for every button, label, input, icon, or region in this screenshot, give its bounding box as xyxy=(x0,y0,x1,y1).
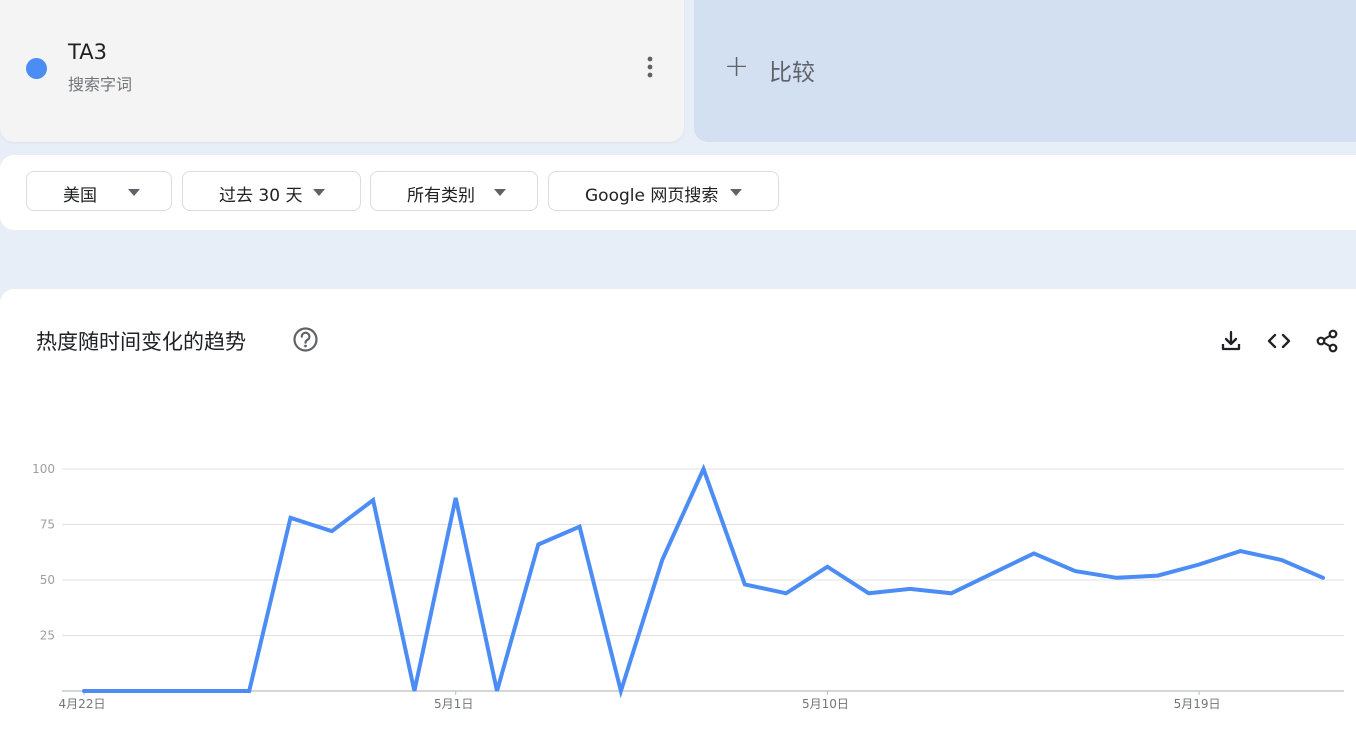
line-chart: 25 50 75 100 4月22日 5月1日 5月10日 5月19日 xyxy=(0,289,1356,720)
time-range-filter[interactable]: 过去 30 天 xyxy=(182,171,361,211)
chevron-down-icon xyxy=(128,189,140,196)
term-color-dot xyxy=(26,58,47,79)
term-name: TA3 xyxy=(68,40,107,64)
x-tick-label: 5月10日 xyxy=(802,697,849,711)
region-filter-label: 美国 xyxy=(63,181,97,206)
compare-label: 比较 xyxy=(769,53,815,87)
term-type-label: 搜索字词 xyxy=(68,71,132,95)
more-options-icon[interactable] xyxy=(638,54,662,80)
category-filter[interactable]: 所有类别 xyxy=(370,171,538,211)
y-tick-label: 100 xyxy=(32,462,55,476)
interest-over-time-card: 热度随时间变化的趋势 2550751004月22日5月1日5月10日5月19日 xyxy=(0,289,1356,729)
chevron-down-icon xyxy=(494,189,506,196)
filter-bar: 美国 过去 30 天 所有类别 Google 网页搜索 xyxy=(0,155,1356,230)
y-tick-label: 75 xyxy=(40,518,55,532)
x-tick-label: 5月1日 xyxy=(434,697,473,711)
x-tick-label: 4月22日 xyxy=(59,697,106,711)
chevron-down-icon xyxy=(313,189,325,196)
search-type-filter[interactable]: Google 网页搜索 xyxy=(548,171,779,211)
category-filter-label: 所有类别 xyxy=(407,181,475,206)
x-tick-label: 5月19日 xyxy=(1174,697,1221,711)
time-range-filter-label: 过去 30 天 xyxy=(219,181,302,206)
region-filter[interactable]: 美国 xyxy=(26,171,172,211)
y-tick-label: 25 xyxy=(40,629,55,643)
search-term-card: TA3 搜索字词 xyxy=(0,0,684,142)
chevron-down-icon xyxy=(730,189,742,196)
compare-button[interactable]: + 比较 xyxy=(694,0,1356,142)
plus-icon: + xyxy=(724,52,749,82)
search-type-filter-label: Google 网页搜索 xyxy=(585,181,718,206)
y-tick-label: 50 xyxy=(40,573,55,587)
